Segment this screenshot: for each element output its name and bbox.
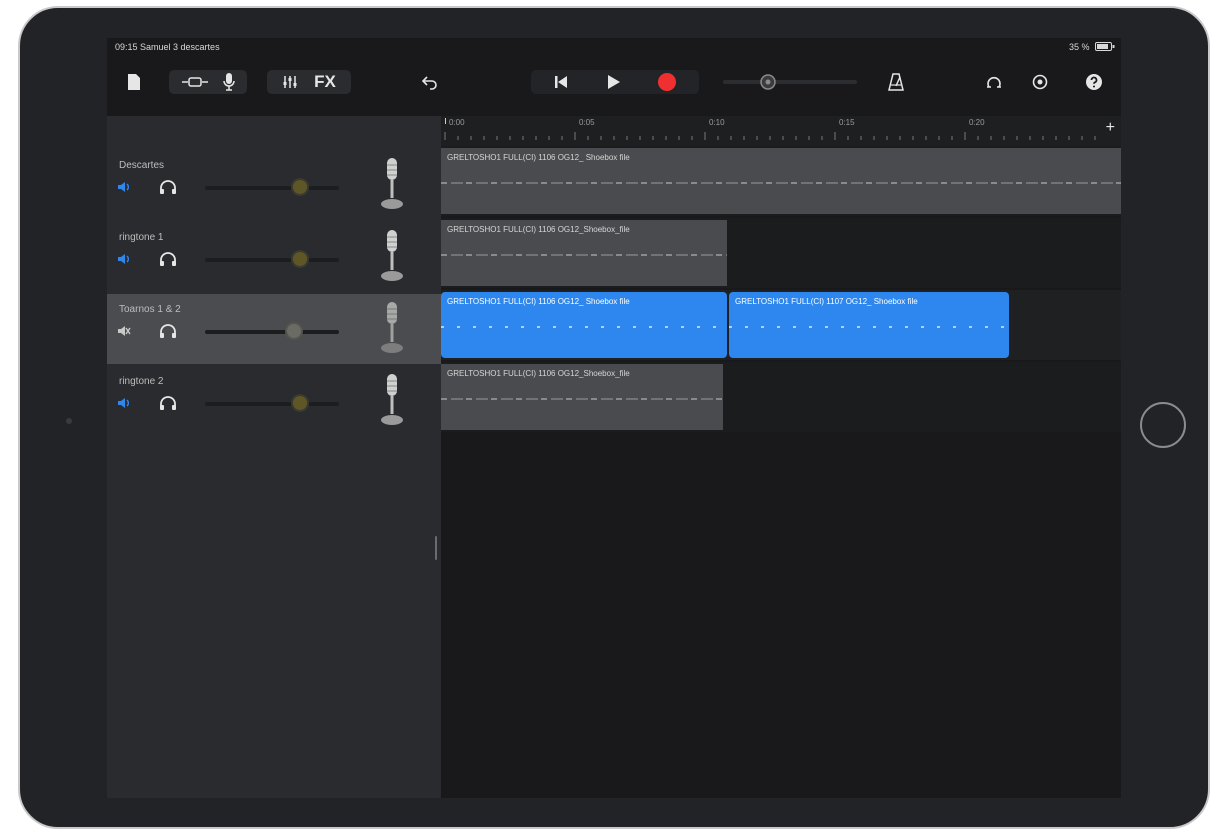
add-section-button[interactable]: + (1106, 120, 1115, 136)
microphone-button[interactable] (222, 72, 236, 92)
record-button[interactable] (657, 72, 677, 92)
microphone-instrument-icon (381, 230, 403, 281)
headphones-icon[interactable] (159, 323, 177, 339)
track-header-panel: Descartes ringtone 1 Toarnos 1 & 2 ringt… (107, 116, 441, 798)
status-time: 09:15 Samuel 3 descartes (115, 42, 220, 52)
microphone-instrument-icon (381, 374, 403, 425)
battery-icon (1095, 42, 1115, 51)
track-name: Toarnos 1 & 2 (119, 304, 181, 315)
mixer-group: FX (267, 70, 351, 94)
front-camera (66, 418, 72, 424)
waveform (441, 254, 727, 256)
waveform (441, 398, 723, 400)
audio-region-selected[interactable]: GRELTOSHO1 FULL(CI) 1106 OG12_ Shoebox f… (441, 292, 727, 358)
region-title: GRELTOSHO1 FULL(CI) 1107 OG12_ Shoebox f… (735, 297, 918, 306)
panel-resize-handle[interactable] (435, 536, 437, 560)
help-icon (1086, 74, 1102, 90)
speaker-icon[interactable] (117, 180, 131, 194)
speaker-icon[interactable] (117, 396, 131, 410)
headphones-icon[interactable] (159, 395, 177, 411)
ruler-tick-label: 0:05 (579, 118, 595, 127)
waveform (441, 326, 727, 328)
app-screen: 09:15 Samuel 3 descartes 35 % FX Descart… (107, 38, 1121, 798)
track-name: ringtone 1 (119, 232, 164, 243)
track-name: ringtone 2 (119, 376, 164, 387)
transport-group (531, 70, 699, 94)
speaker-muted-icon[interactable] (117, 324, 131, 338)
undo-icon (422, 76, 437, 90)
mixer-icon (283, 76, 297, 88)
track-volume-slider[interactable] (205, 180, 339, 194)
microphone-instrument-icon (381, 302, 403, 353)
skip-back-icon (555, 76, 567, 88)
home-button[interactable] (1140, 402, 1186, 448)
track-volume-slider[interactable] (205, 396, 339, 410)
audio-region-selected[interactable]: GRELTOSHO1 FULL(CI) 1107 OG12_ Shoebox f… (729, 292, 1009, 358)
status-bar: 09:15 Samuel 3 descartes 35 % (107, 38, 1121, 56)
region-title: GRELTOSHO1 FULL(CI) 1106 OG12_Shoebox_fi… (447, 225, 630, 234)
track-header-2[interactable]: ringtone 1 (107, 222, 441, 292)
record-icon (658, 73, 676, 91)
timeline-ruler[interactable]: 0:00 0:05 0:10 0:15 0:20 + (441, 116, 1121, 146)
track-volume-knob[interactable] (293, 396, 307, 410)
fx-button[interactable]: FX (314, 72, 336, 92)
play-icon (608, 75, 620, 89)
ruler-tick-label: 0:20 (969, 118, 985, 127)
track-name: Descartes (119, 160, 165, 171)
microphone-icon (223, 73, 235, 91)
input-monitor-icon (182, 77, 208, 87)
headphones-icon[interactable] (159, 251, 177, 267)
battery-percent: 35 % (1068, 42, 1090, 52)
status-indicators: 35 % (1069, 42, 1115, 52)
ruler-tick-label: 0:10 (709, 118, 725, 127)
audio-region[interactable]: GRELTOSHO1 FULL(CI) 1106 OG12_Shoebox_fi… (441, 364, 723, 430)
help-button[interactable] (1083, 70, 1105, 94)
ruler-tick-label: 0:15 (839, 118, 855, 127)
master-volume-track (723, 74, 857, 90)
track-header-4[interactable]: ringtone 2 (107, 366, 441, 436)
ruler-ticks (444, 132, 1096, 140)
metronome-icon (888, 73, 904, 91)
track-header-3[interactable]: Toarnos 1 & 2 (107, 294, 441, 364)
region-title: GRELTOSHO1 FULL(CI) 1106 OG12_ Shoebox f… (447, 297, 630, 306)
track-volume-knob[interactable] (287, 324, 301, 338)
mixer-button[interactable] (282, 74, 298, 90)
region-title: GRELTOSHO1 FULL(CI) 1106 OG12_Shoebox_fi… (447, 369, 630, 378)
waveform (729, 326, 1009, 328)
settings-button[interactable] (1029, 70, 1051, 94)
master-volume-slider[interactable] (721, 70, 859, 94)
master-volume-knob-icon (760, 74, 776, 90)
audio-region[interactable]: GRELTOSHO1 FULL(CI) 1106 OG12_ Shoebox f… (441, 148, 1121, 214)
track-volume-slider[interactable] (205, 252, 339, 266)
ruler-tick-label: 0:00 (449, 118, 465, 127)
gear-icon (1032, 74, 1048, 90)
undo-button[interactable] (419, 70, 441, 94)
track-header-1[interactable]: Descartes (107, 150, 441, 220)
track-volume-knob[interactable] (293, 252, 307, 266)
toolbar: FX (107, 56, 1121, 116)
rewind-button[interactable] (553, 74, 569, 90)
playhead[interactable] (445, 118, 446, 124)
speaker-icon[interactable] (117, 252, 131, 266)
input-toggle-button[interactable] (180, 75, 210, 89)
track-volume-slider[interactable] (205, 324, 339, 338)
document-button[interactable] (123, 70, 145, 94)
audio-region[interactable]: GRELTOSHO1 FULL(CI) 1106 OG12_Shoebox_fi… (441, 220, 727, 286)
microphone-instrument-icon (381, 158, 403, 209)
document-icon (128, 74, 140, 90)
track-volume-knob[interactable] (293, 180, 307, 194)
input-group (169, 70, 247, 94)
loop-icon (987, 76, 1001, 88)
headphones-icon[interactable] (159, 179, 177, 195)
play-button[interactable] (605, 74, 621, 90)
metronome-button[interactable] (885, 70, 907, 94)
region-title: GRELTOSHO1 FULL(CI) 1106 OG12_ Shoebox f… (447, 153, 630, 162)
loop-browser-button[interactable] (983, 70, 1005, 94)
waveform (441, 182, 1121, 184)
